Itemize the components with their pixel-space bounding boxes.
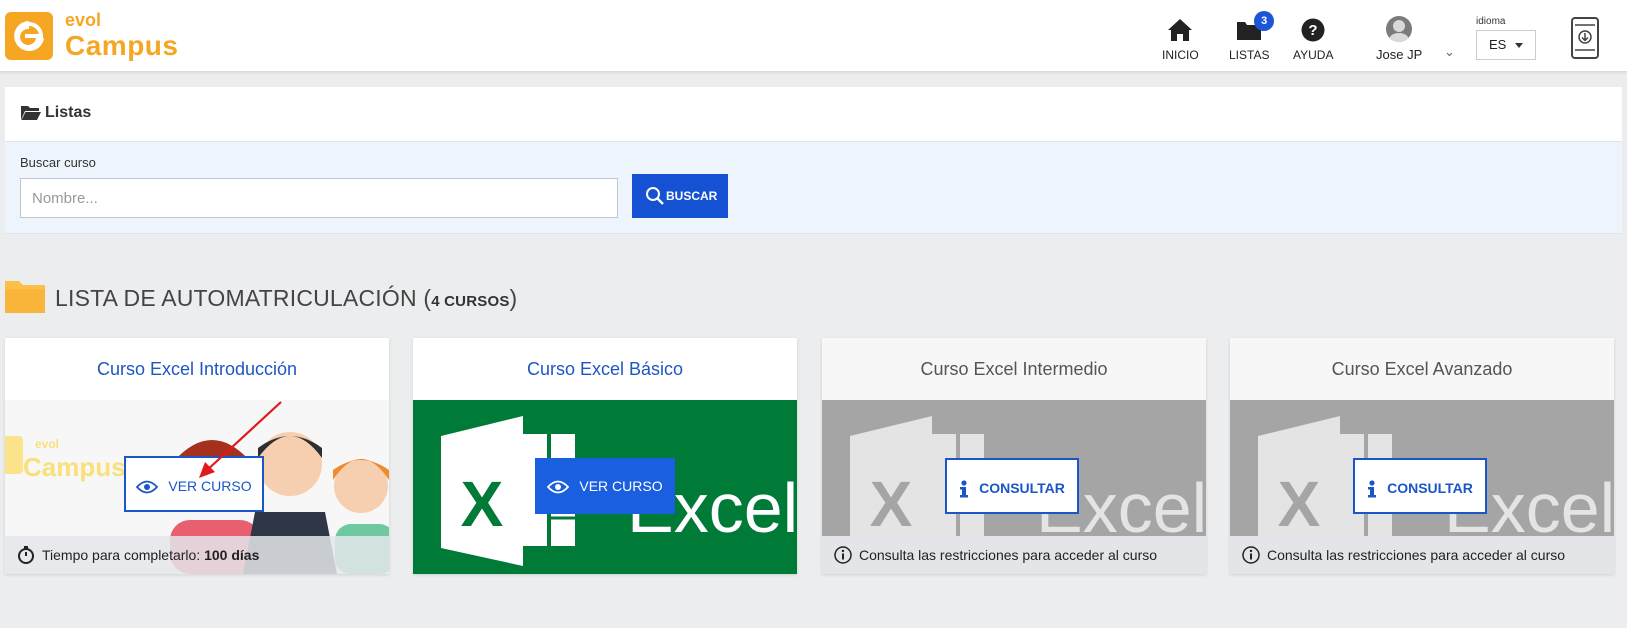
arrow-annotation (199, 401, 282, 478)
listas-panel-header: Listas (5, 87, 1622, 142)
nav-listas[interactable]: 3 LISTAS (1229, 11, 1275, 62)
svg-text:Campus: Campus (23, 452, 126, 482)
excel-letter: X (1278, 468, 1321, 540)
search-input[interactable] (20, 178, 618, 218)
course-title[interactable]: Curso Excel Avanzado (1230, 338, 1614, 400)
course-card-introduccion: Curso Excel Introducción evol Campus Tie… (5, 338, 389, 574)
search-area: Buscar curso BUSCAR (5, 142, 1622, 234)
nav-ayuda[interactable]: ? AYUDA (1293, 18, 1333, 62)
ver-curso-label: VER CURSO (579, 478, 663, 494)
logo-text-large: Campus (65, 30, 179, 61)
caret-down-icon (1515, 43, 1523, 48)
course-card-avanzado: Curso Excel Avanzado X Excel Consulta la… (1230, 338, 1614, 574)
search-label: Buscar curso (20, 155, 96, 170)
course-card-intermedio: Curso Excel Intermedio X Excel Consulta … (822, 338, 1206, 574)
info-icon (1242, 546, 1260, 564)
folder-icon (5, 281, 45, 313)
listas-badge: 3 (1254, 11, 1275, 31)
consultar-label: CONSULTAR (1387, 480, 1473, 496)
evol-campus-logo[interactable]: evol Campus (5, 10, 180, 62)
help-icon: ? (1301, 18, 1325, 42)
nav-listas-label: LISTAS (1229, 48, 1270, 62)
eye-icon (136, 480, 159, 494)
logo-text-small: evol (65, 10, 102, 30)
course-footer: Consulta las restricciones para acceder … (822, 536, 1206, 574)
info-icon (960, 480, 969, 498)
language-value: ES (1489, 37, 1507, 52)
excel-letter: X (461, 468, 504, 540)
svg-text:?: ? (1309, 22, 1318, 39)
nav-inicio[interactable]: INICIO (1162, 18, 1199, 62)
search-icon (646, 187, 664, 205)
course-title[interactable]: Curso Excel Intermedio (822, 338, 1206, 400)
course-footer-label: Consulta las restricciones para acceder … (859, 547, 1158, 563)
mobile-app-download-icon[interactable] (1571, 17, 1599, 59)
course-footer-value: 100 días (204, 547, 260, 563)
stopwatch-icon (18, 546, 34, 564)
nav-inicio-label: INICIO (1162, 48, 1199, 62)
language-select[interactable]: ES (1476, 30, 1536, 60)
nav-ayuda-label: AYUDA (1293, 48, 1334, 62)
ver-curso-button[interactable]: VER CURSO (535, 458, 675, 514)
section-course-count: 4 CURSOS (431, 293, 510, 310)
info-icon (834, 546, 852, 564)
svg-text:evol: evol (35, 437, 59, 451)
search-button-label: BUSCAR (666, 189, 718, 203)
course-footer: Consulta las restricciones para acceder … (1230, 536, 1614, 574)
course-footer: Tiempo para completarlo: 100 días (5, 536, 389, 574)
info-icon (1368, 480, 1377, 498)
section-title: LISTA DE AUTOMATRICULACIÓN (4 CURSOS) (55, 285, 518, 311)
course-title[interactable]: Curso Excel Básico (413, 338, 797, 400)
avatar (1386, 16, 1413, 42)
folder-open-icon (21, 106, 41, 120)
logo-mark-icon (5, 12, 53, 60)
consultar-button[interactable]: CONSULTAR (945, 458, 1079, 514)
user-name: Jose JP (1376, 47, 1423, 62)
course-footer-label: Tiempo para completarlo: (42, 547, 201, 563)
chevron-down-icon[interactable]: ⌄ (1444, 44, 1455, 60)
consultar-label: CONSULTAR (979, 480, 1065, 496)
panel-title: Listas (45, 104, 92, 121)
eye-icon (547, 480, 570, 494)
user-menu[interactable]: Jose JP (1376, 16, 1422, 62)
ver-curso-label: VER CURSO (168, 478, 252, 494)
search-button[interactable]: BUSCAR (632, 174, 728, 218)
consultar-button[interactable]: CONSULTAR (1353, 458, 1487, 514)
excel-letter: X (870, 468, 913, 540)
course-title[interactable]: Curso Excel Introducción (5, 338, 389, 400)
language-label: idioma (1476, 16, 1506, 27)
course-card-basico: Curso Excel Básico X Excel VER CURSO (413, 338, 797, 574)
section-title-text: LISTA DE AUTOMATRICULACIÓN (55, 285, 417, 311)
course-footer-label: Consulta las restricciones para acceder … (1267, 547, 1566, 563)
top-header: evol Campus INICIO 3 LISTAS ? AYUDA Jose… (0, 0, 1627, 72)
home-icon (1168, 19, 1193, 41)
